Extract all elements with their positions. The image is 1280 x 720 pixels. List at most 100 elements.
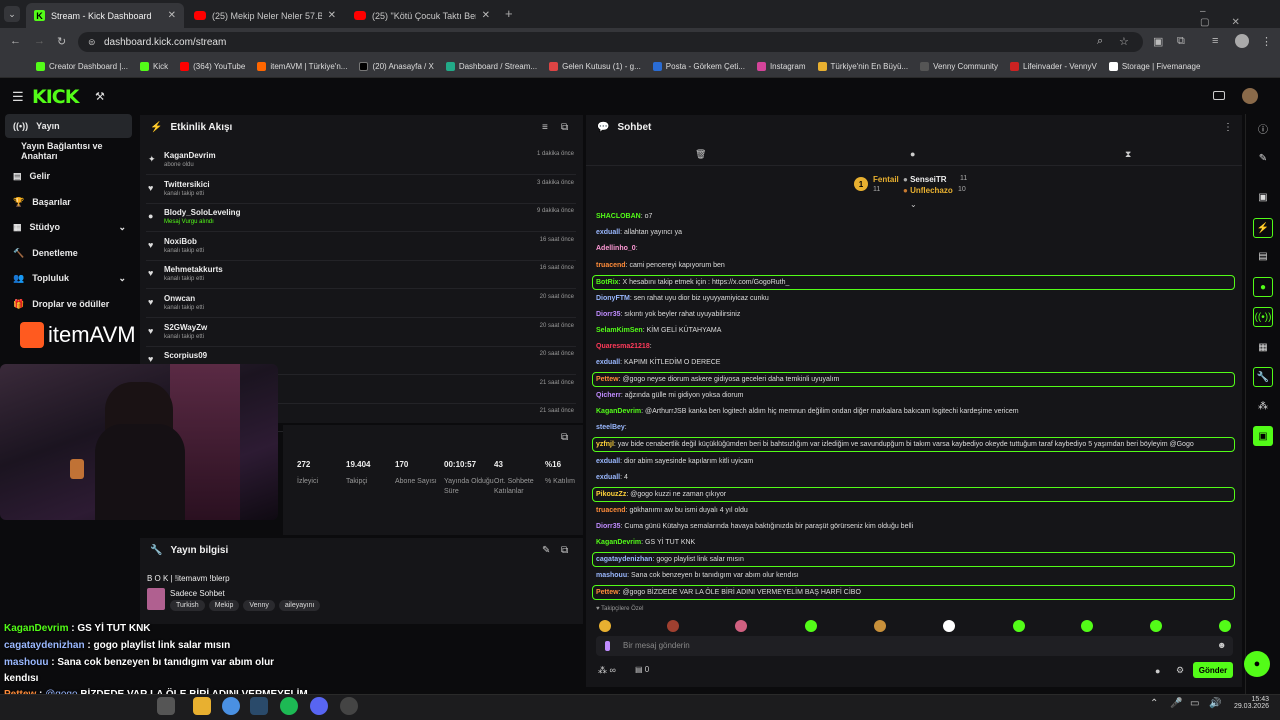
chat-message[interactable]: DionyFTM: sen rahat uyu dior biz uyuyyam… [596, 292, 1236, 305]
top-gifter-1[interactable]: Fentail [873, 175, 899, 184]
chat-input-box[interactable] [596, 636, 1233, 656]
users-icon[interactable]: ⁂ [1253, 396, 1273, 416]
popout-icon[interactable]: ⧉ [561, 122, 568, 133]
kick-logo[interactable]: KICK [32, 86, 79, 108]
microphone-icon[interactable]: 🎤 [1170, 698, 1182, 709]
emoji-icon[interactable]: ☻ [1217, 640, 1226, 650]
event-row[interactable]: ♥ NoxiBob kanalı takip etti 16 saat önce [146, 233, 576, 261]
sidebar-item-basarilar[interactable]: 🏆 Başarılar [5, 190, 132, 214]
chat-message[interactable]: SelamKimSen: KİM GELİ KÜTAHYAMA [596, 324, 1236, 337]
info-icon[interactable]: ⓘ [1253, 118, 1273, 138]
wallet-icon[interactable] [1213, 91, 1225, 100]
event-row[interactable]: ♥ Mehmetakkurts kanalı takip etti 16 saat ö… [146, 261, 576, 290]
bookmark-star-icon[interactable]: ☆ [1119, 35, 1129, 48]
top-gifter-3[interactable]: ● Unflechazo [903, 186, 953, 195]
expand-icon[interactable]: ⌄ [910, 200, 917, 209]
sidebar-item-yayin[interactable]: ((•)) Yayın [5, 114, 132, 138]
hamburger-icon[interactable]: ☰ [12, 89, 24, 105]
chat-message[interactable]: Qicherr: ağzında gülle mi gidiyon yoksa … [596, 389, 1236, 402]
points-icon[interactable]: ⁂ ∞ [598, 665, 616, 676]
emote-icon[interactable] [1150, 620, 1162, 632]
chat-username[interactable]: exduall [596, 458, 620, 465]
back-icon[interactable]: ← [10, 35, 21, 47]
chat-message[interactable]: Adellinho_0: [596, 242, 1236, 255]
reload-icon[interactable]: ↻ [57, 35, 66, 48]
tag-chip[interactable]: Turkish [170, 600, 205, 611]
hammer-icon[interactable]: ⚒ [95, 90, 105, 103]
forward-icon[interactable]: → [34, 35, 45, 47]
broadcast-icon[interactable]: ((•)) [1253, 307, 1273, 327]
emote-icon[interactable] [1013, 620, 1025, 632]
chat-username[interactable]: Qicherr [596, 392, 621, 399]
zoom-icon[interactable]: ⌕ [1097, 35, 1103, 48]
sidebar-item-topluluk[interactable]: 👥 Topluluk ⌄ [5, 266, 132, 290]
taskbar-app-icon[interactable] [157, 697, 175, 715]
chat-input[interactable]: Bir mesaj gönderin [623, 641, 690, 650]
bookmark-item[interactable]: Storage | Fivemanage [1108, 62, 1200, 71]
tab-search-button[interactable]: ⌄ [4, 6, 20, 22]
site-info-icon[interactable]: ⊜ [88, 37, 96, 48]
store-counter[interactable]: ▤ 0 [635, 665, 649, 674]
chat-icon[interactable]: ● [1155, 666, 1160, 676]
spotify-icon[interactable] [280, 697, 298, 715]
chat-username[interactable]: Adellinho_0 [596, 245, 636, 252]
chat-username[interactable]: KaganDevrim [596, 408, 641, 415]
steam-icon[interactable] [250, 697, 268, 715]
chat-username[interactable]: truacend [596, 262, 626, 269]
chat-username[interactable]: SHACLOBAN [596, 213, 641, 220]
chat-username[interactable]: Pettew [596, 589, 619, 596]
bookmark-item[interactable]: Posta - Görkem Çeti... [652, 62, 745, 71]
chat-username[interactable]: steelBey [596, 424, 625, 431]
menu-icon[interactable]: ⋮ [1261, 35, 1272, 48]
chat-message[interactable]: exduall: 4 [596, 471, 1236, 484]
chat-username[interactable]: Pettew [596, 376, 619, 383]
bookmark-item[interactable]: Venny Community [920, 62, 998, 71]
chat-message[interactable]: KaganDevrim: @ArthurrJSB kanka ben logit… [596, 405, 1236, 418]
tab-kick-dashboard[interactable]: K Stream - Kick Dashboard ✕ [26, 3, 184, 28]
tab-youtube-2[interactable]: (25) "Kötü Çocuk Taktı Beresini ✕ [346, 3, 498, 28]
chat-username[interactable]: exduall [596, 474, 620, 481]
window-controls[interactable]: –▢✕ [1200, 6, 1280, 28]
chat-message[interactable]: yzfnjl: yav bide cenabertlik değil küçük… [592, 437, 1235, 452]
bookmark-item[interactable]: Lifeinvader - VennyV [1010, 62, 1097, 71]
filter-icon[interactable]: ≡ [542, 122, 548, 133]
media-icon[interactable]: ≡ [1212, 35, 1218, 47]
sidebar-item-gelir[interactable]: ▤ Gelir [5, 164, 132, 188]
chat-message[interactable]: exduall: KAPIMI KİTLEDİM O DERECE [596, 356, 1236, 369]
chat-message[interactable]: truacend: cami pencereyi kapıyorum ben [596, 259, 1236, 272]
bookmark-item[interactable]: Türkiye'nin En Büyü... [817, 62, 908, 71]
top-gifter-2[interactable]: ● SenseiTR [903, 175, 947, 184]
chat-username[interactable]: Diorr35 [596, 523, 621, 530]
chat-mode-icon[interactable]: ● [910, 149, 915, 159]
volume-icon[interactable]: 🔊 [1209, 698, 1221, 709]
edit-icon[interactable]: ✎ [542, 545, 550, 556]
chat-message[interactable]: truacend: gökhanımı aw bu ismi duyalı 4 … [596, 504, 1236, 517]
event-row[interactable]: ● Blody_SoloLeveling Mesaj Vurgu alındı 9 d… [146, 204, 576, 233]
chat-message[interactable]: Diorr35: Cuma günü Kütahya semalarında h… [596, 520, 1236, 533]
tag-chip[interactable]: Mekip [208, 600, 240, 611]
emote-icon[interactable] [1219, 620, 1231, 632]
bookmark-item[interactable]: Kick [140, 62, 168, 71]
category-name[interactable]: Sadece Sohbet [170, 589, 225, 598]
emote-icon[interactable] [735, 620, 747, 632]
lightning-icon[interactable]: ⚡ [1253, 218, 1273, 238]
close-icon[interactable]: ✕ [168, 10, 176, 21]
chat-message[interactable]: BotRix: X hesabını takip etmek için : ht… [592, 275, 1235, 290]
chat-bubble-button[interactable]: ● [1244, 651, 1270, 677]
chat-username[interactable]: mashouu [596, 572, 627, 579]
obs-icon[interactable] [340, 697, 358, 715]
chat-username[interactable]: Quaresma21218 [596, 343, 650, 350]
chat-username[interactable]: yzfnjl [596, 441, 614, 448]
tab-youtube-1[interactable]: (25) Mekip Neler Neler 57.Bölü ✕ [186, 3, 344, 28]
chat-username[interactable]: KaganDevrim [596, 539, 641, 546]
event-row[interactable]: ♥ Twittersikici kanalı takip etti 3 dakika … [146, 176, 576, 204]
wrench-icon[interactable]: 🔧 [1253, 367, 1273, 387]
chat-message[interactable]: mashouu: Sana cok benzeyen bı tanıdıgım … [596, 569, 1236, 582]
chat-message[interactable]: PikouzZz: @gogo kuzzi ne zaman çıkıyor [592, 487, 1235, 502]
close-icon[interactable]: ✕ [482, 10, 490, 21]
app-icon[interactable]: ▣ [1253, 426, 1273, 446]
chat-message[interactable]: Diorr35: sıkıntı yok beyler rahat uyuyab… [596, 308, 1236, 321]
chat-message[interactable]: Quaresma21218: [596, 340, 1236, 353]
sidebar-item-droplar[interactable]: 🎁 Droplar ve ödüller [5, 292, 132, 316]
sidebar-item-denetleme[interactable]: 🔨 Denetleme [5, 241, 132, 265]
